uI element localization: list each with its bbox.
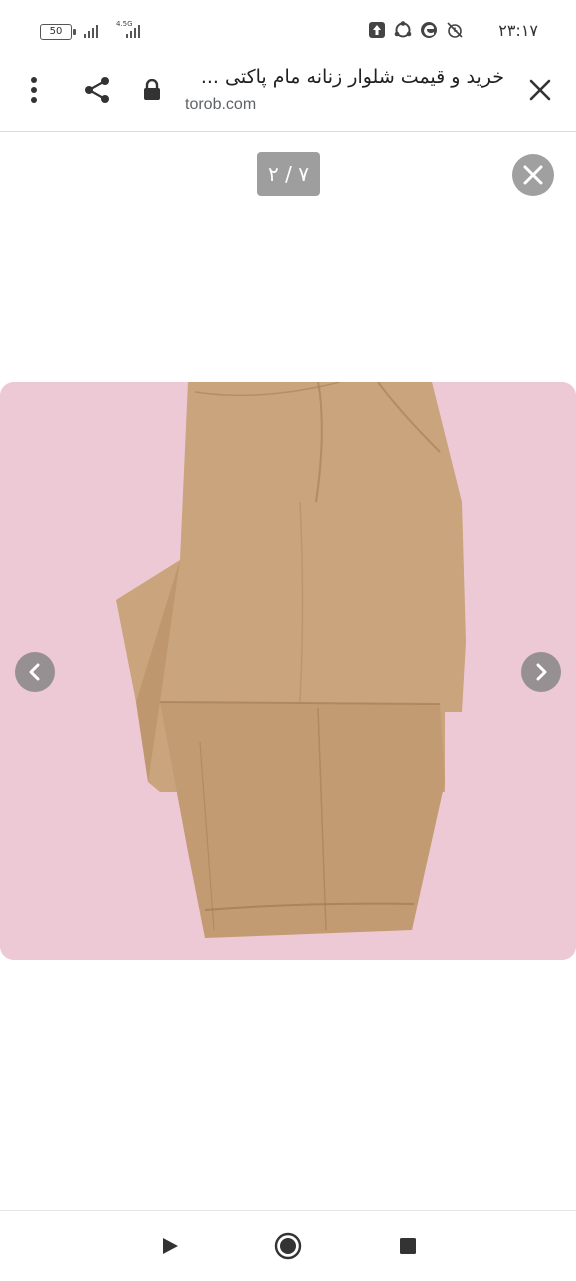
home-button[interactable] — [273, 1231, 303, 1261]
close-icon — [529, 79, 551, 101]
signal-strength-2-icon — [126, 24, 140, 38]
close-viewer-button[interactable] — [512, 154, 554, 196]
silent-alarm-icon — [447, 22, 463, 38]
recents-square-icon — [400, 1238, 416, 1254]
system-navigation-bar — [0, 1210, 576, 1281]
more-vert-icon — [31, 77, 37, 103]
back-play-icon — [163, 1238, 178, 1254]
back-button[interactable] — [155, 1231, 185, 1261]
home-circle-icon — [274, 1232, 302, 1260]
previous-image-button[interactable] — [15, 652, 55, 692]
browser-toolbar: خرید و قیمت شلوار زنانه مام پاکتی ... to… — [0, 58, 576, 132]
battery-indicator: 50 — [40, 24, 76, 40]
lock-icon — [144, 79, 160, 100]
page-url[interactable]: torob.com — [185, 96, 256, 114]
close-tab-button[interactable] — [520, 70, 560, 110]
chevron-right-icon — [536, 663, 547, 681]
signal-strength-icon — [84, 24, 98, 38]
page-title[interactable]: خرید و قیمت شلوار زنانه مام پاکتی ... — [174, 66, 504, 88]
more-options-button[interactable] — [14, 70, 54, 110]
edge-browser-icon — [421, 22, 437, 38]
status-bar: 50 4.5G ۲۳:۱۷ — [0, 0, 576, 58]
site-security-button[interactable] — [132, 70, 172, 110]
share-button[interactable] — [77, 70, 117, 110]
recents-button[interactable] — [393, 1231, 423, 1261]
product-photo[interactable] — [0, 382, 576, 960]
share-icon — [85, 77, 109, 103]
status-time: ۲۳:۱۷ — [498, 21, 538, 40]
upload-icon — [369, 22, 385, 38]
status-icons — [368, 21, 464, 39]
image-viewer: ۲ / ۷ — [0, 132, 576, 1210]
sync-icon — [394, 21, 412, 38]
chevron-left-icon — [29, 663, 40, 681]
image-counter: ۲ / ۷ — [257, 152, 320, 196]
trousers-image — [0, 382, 576, 960]
close-circle-icon — [523, 165, 543, 185]
next-image-button[interactable] — [521, 652, 561, 692]
